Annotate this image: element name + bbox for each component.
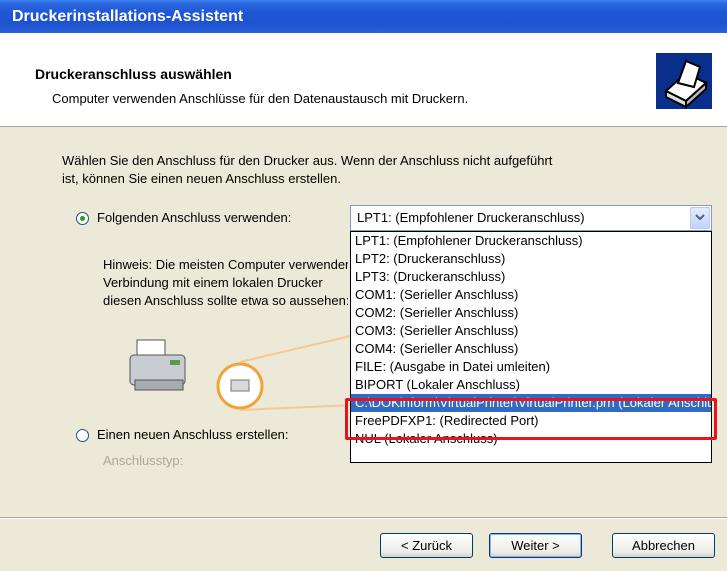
port-type-label: Anschlusstyp: [103,453,184,468]
page-subtitle: Computer verwenden Anschlüsse für den Da… [52,91,469,106]
printer-connection-illustration [129,334,355,411]
list-item[interactable]: LPT1: (Empfohlener Druckeranschluss) [351,232,711,250]
wizard-window: Druckerinstallations-Assistent Druckeran… [0,0,727,571]
use-existing-port-radio[interactable] [76,212,89,225]
page-title: Druckeranschluss auswählen [35,66,232,82]
use-existing-port-label: Folgenden Anschluss verwenden: [97,210,292,225]
port-hint: Hinweis: Die meisten Computer verwenden … [103,257,348,308]
list-item[interactable]: COM3: (Serieller Anschluss) [351,322,711,340]
next-button[interactable]: Weiter > [489,533,582,558]
list-item[interactable]: COM2: (Serieller Anschluss) [351,304,711,322]
port-select-value: LPT1: (Empfohlener Druckeranschluss) [357,210,585,225]
instructions: Wählen Sie den Anschluss für den Drucker… [62,153,553,186]
list-item[interactable]: LPT2: (Druckeranschluss) [351,250,711,268]
list-item[interactable]: LPT3: (Druckeranschluss) [351,268,711,286]
list-item[interactable]: BIPORT (Lokaler Anschluss) [351,376,711,394]
list-item[interactable]: COM4: (Serieller Anschluss) [351,340,711,358]
title-bar: Druckerinstallations-Assistent [0,0,727,33]
wizard-header: Druckeranschluss auswählen Computer verw… [0,33,727,127]
list-item[interactable]: FILE: (Ausgabe in Datei umleiten) [351,358,711,376]
create-new-port-radio[interactable] [76,429,89,442]
list-item[interactable]: COM1: (Serieller Anschluss) [351,286,711,304]
create-new-port-label: Einen neuen Anschluss erstellen: [97,427,289,442]
footer-divider [0,517,727,519]
cancel-button[interactable]: Abbrechen [612,533,715,558]
chevron-down-icon[interactable] [690,207,710,229]
highlight-callout [345,398,717,440]
back-button[interactable]: < Zurück [380,533,473,558]
printer-wizard-icon [656,53,712,110]
port-select[interactable]: LPT1: (Empfohlener Druckeranschluss) [350,205,712,231]
